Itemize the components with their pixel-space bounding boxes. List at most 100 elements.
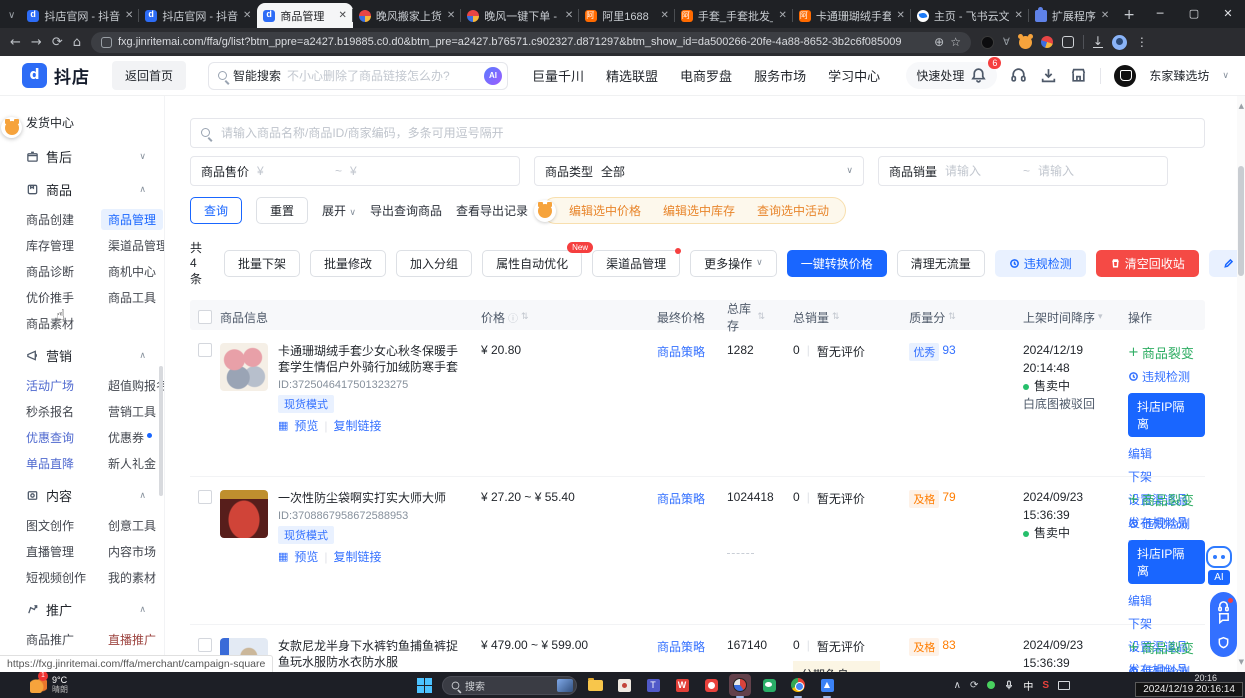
browser-tab[interactable]: 晚风搬家上货✕	[353, 3, 461, 28]
price-max-input[interactable]	[350, 164, 420, 178]
query-button[interactable]: 查询	[190, 197, 242, 224]
sync-icon[interactable]: ⟳	[970, 680, 978, 691]
batch-modify-button[interactable]: 批量修改	[310, 250, 386, 277]
taskbar-weather-widget[interactable]: 1 9°C 晴朗	[30, 675, 68, 695]
sidebar-item[interactable]: 库存管理	[26, 237, 84, 254]
tab-search-caret-icon[interactable]: ∨	[8, 10, 15, 21]
nav-luopan[interactable]: 电商罗盘	[680, 66, 732, 85]
sidebar-item[interactable]: 创意工具	[108, 517, 164, 534]
offshelf-link[interactable]: 下架	[1128, 468, 1152, 485]
sidebar-scrollbar[interactable]	[159, 366, 163, 496]
sidebar-item[interactable]: 营销工具	[108, 403, 165, 420]
browser-tab[interactable]: 阿里1688✕	[579, 3, 675, 28]
forward-icon[interactable]: →	[31, 35, 42, 50]
bell-icon[interactable]	[970, 67, 987, 84]
sales-min-input[interactable]	[945, 164, 1015, 178]
sidebar-section-promotion[interactable]: 推广 ∧	[26, 600, 164, 619]
price-min-input[interactable]	[257, 164, 327, 178]
sidebar-item[interactable]: 优惠查询	[26, 429, 84, 446]
chat-icon[interactable]	[1217, 611, 1230, 624]
col-quality-score[interactable]: 质量分⇅	[880, 309, 985, 326]
extension-icon[interactable]: ∀	[1003, 37, 1010, 48]
close-icon[interactable]: ✕	[778, 10, 786, 21]
sidebar-item[interactable]: 直播管理	[26, 543, 84, 560]
sidebar-section-product[interactable]: 商品 ∧	[26, 180, 164, 199]
close-icon[interactable]: ✕	[447, 10, 455, 21]
sidebar-item[interactable]: 优价推手	[26, 289, 84, 306]
close-icon[interactable]: ✕	[565, 10, 573, 21]
price-range-filter[interactable]: 商品售价 ~	[190, 156, 520, 186]
browser-tab[interactable]: 主页 - 飞书云文档✕	[911, 3, 1029, 28]
close-icon[interactable]: ✕	[896, 10, 904, 21]
sidebar-section-aftersale[interactable]: 售后 ∨	[26, 147, 164, 166]
shield-icon[interactable]	[1217, 636, 1230, 649]
close-icon[interactable]: ✕	[1014, 10, 1022, 21]
browser-menu-icon[interactable]: ⋮	[1136, 35, 1148, 49]
nav-learning-center[interactable]: 学习中心	[828, 66, 880, 85]
sidebar-item[interactable]: 商品工具	[108, 289, 165, 306]
sidebar-item[interactable]: 商品创建	[26, 211, 84, 228]
sidebar-item[interactable]: 秒杀报名	[26, 403, 84, 420]
copy-link[interactable]: 复制链接	[334, 548, 382, 565]
sidebar-item[interactable]: 图文创作	[26, 517, 84, 534]
scroll-up-icon[interactable]: ▲	[1239, 102, 1244, 110]
edit-selected-stock[interactable]: 编辑选中库存	[663, 202, 735, 219]
offshelf-link[interactable]: 下架	[1128, 615, 1152, 632]
sidebar-item[interactable]: 活动广场	[26, 377, 84, 394]
edit-selected-price[interactable]: 编辑选中价格	[569, 202, 641, 219]
reload-icon[interactable]: ⟳	[52, 35, 63, 50]
product-type-select[interactable]: 商品类型 全部 ∨	[534, 156, 864, 186]
chrome-button[interactable]	[787, 674, 809, 696]
edit-link[interactable]: 编辑	[1128, 445, 1152, 462]
doudian-logo[interactable]: d 抖店	[22, 63, 90, 88]
bookmark-star-icon[interactable]: ☆	[950, 35, 961, 49]
row-checkbox[interactable]	[198, 490, 212, 504]
edit-link[interactable]: 编辑	[1128, 592, 1152, 609]
sidebar-item[interactable]: 商品素材	[26, 315, 84, 332]
close-icon[interactable]: ✕	[339, 10, 347, 21]
sidebar-item-product-management[interactable]: 商品管理	[101, 209, 163, 230]
smart-search-input[interactable]: 智能搜索 不小心删除了商品链接怎么办? AI	[208, 62, 508, 90]
sidebar-item[interactable]: 我的素材	[108, 569, 164, 586]
product-title[interactable]: 一次性防尘袋啊实打实大师大师	[278, 490, 446, 506]
row-checkbox[interactable]	[198, 343, 212, 357]
chevron-down-icon[interactable]: ∨	[1222, 71, 1229, 81]
ai-assistant-widget[interactable]: AI	[1205, 546, 1233, 585]
start-button[interactable]	[413, 674, 435, 696]
sidebar-item[interactable]: 内容市场	[108, 543, 164, 560]
query-selected-activity[interactable]: 查询选中活动	[757, 202, 829, 219]
close-icon[interactable]: ✕	[1101, 10, 1109, 21]
product-fission-link[interactable]: +商品裂变	[1128, 343, 1194, 362]
product-search-input[interactable]	[190, 118, 1205, 148]
file-explorer-button[interactable]	[584, 674, 606, 696]
fox-assistant-fab[interactable]	[1, 117, 22, 138]
channel-management-button[interactable]: 渠道品管理	[592, 250, 680, 277]
green-status-icon[interactable]	[987, 681, 995, 689]
sidebar-item[interactable]: 短视频创作	[26, 569, 84, 586]
douyin-ip-isolation-button[interactable]: 抖店IP隔离	[1128, 540, 1205, 584]
site-info-icon[interactable]	[101, 37, 112, 48]
sales-range-filter[interactable]: 商品销量 ~	[878, 156, 1168, 186]
quark-app-button[interactable]	[700, 674, 722, 696]
nav-jingxuan-lianmeng[interactable]: 精选联盟	[606, 66, 658, 85]
sidebar-item[interactable]: 商品诊断	[26, 263, 84, 280]
nav-qianchuan[interactable]: 巨量千川	[532, 66, 584, 85]
violation-check-link[interactable]: 违规检测	[1128, 368, 1190, 385]
col-listing-time[interactable]: 上架时间降序▾	[985, 309, 1110, 326]
sidebar-section-marketing[interactable]: 营销 ∧	[26, 346, 164, 365]
empty-recycle-bin-button[interactable]: 清空回收站	[1096, 250, 1199, 277]
browser-tab[interactable]: 晚风一键下单 - 安✕	[461, 3, 579, 28]
select-all-checkbox[interactable]	[198, 310, 212, 324]
product-fission-link[interactable]: +商品裂变	[1128, 490, 1194, 509]
tray-expand-icon[interactable]: ∧	[954, 680, 961, 691]
back-home-button[interactable]: 返回首页	[112, 61, 186, 90]
browser-tab[interactable]: 抖店官网 - 抖音小✕	[139, 3, 257, 28]
violation-check-link[interactable]: 违规检测	[1128, 515, 1190, 532]
row-checkbox[interactable]	[198, 638, 212, 652]
douyin-ip-isolation-button[interactable]: 抖店IP隔离	[1128, 393, 1205, 437]
ai-search-icon[interactable]: AI	[484, 67, 502, 85]
nav-service-market[interactable]: 服务市场	[754, 66, 806, 85]
browser-tab[interactable]: 抖店官网 - 抖音小✕	[21, 3, 139, 28]
page-scrollbar-thumb[interactable]	[1238, 166, 1244, 276]
scroll-down-icon[interactable]: ▼	[1239, 658, 1244, 666]
